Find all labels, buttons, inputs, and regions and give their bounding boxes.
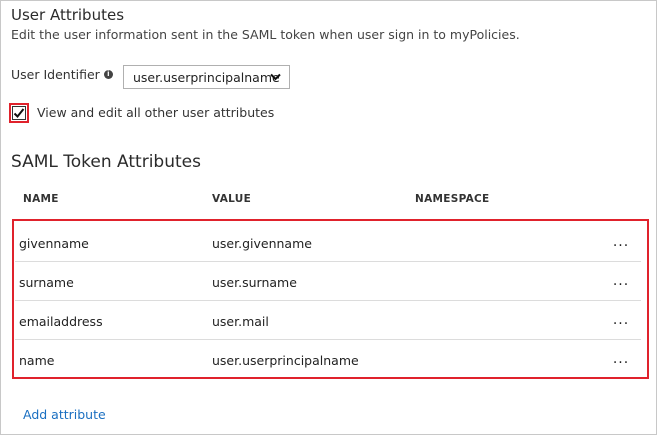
more-options-icon[interactable]: ...: [611, 312, 631, 328]
view-edit-attributes-checkbox[interactable]: [12, 106, 26, 120]
attribute-value: user.surname: [212, 275, 297, 290]
column-header-namespace: NAMESPACE: [415, 193, 490, 205]
attribute-name: name: [19, 353, 55, 368]
info-icon[interactable]: i: [103, 70, 113, 79]
user-attributes-panel: User Attributes Edit the user informatio…: [0, 0, 657, 435]
attribute-name: emailaddress: [19, 314, 103, 329]
user-identifier-select[interactable]: user.userprincipalname: [123, 65, 290, 89]
user-identifier-label: User Identifier: [11, 67, 100, 82]
attribute-value: user.givenname: [212, 236, 312, 251]
attribute-value: user.mail: [212, 314, 269, 329]
attribute-value: user.userprincipalname: [212, 353, 359, 368]
more-options-icon[interactable]: ...: [611, 351, 631, 367]
column-header-value: VALUE: [212, 193, 252, 205]
section-description: Edit the user information sent in the SA…: [11, 27, 520, 42]
attribute-name: surname: [19, 275, 74, 290]
add-attribute-link[interactable]: Add attribute: [23, 407, 106, 422]
column-header-name: NAME: [23, 193, 59, 205]
view-edit-attributes-label[interactable]: View and edit all other user attributes: [37, 105, 274, 120]
table-row[interactable]: surname user.surname ...: [15, 261, 641, 301]
table-row[interactable]: emailaddress user.mail ...: [15, 300, 641, 340]
chevron-down-icon: [270, 73, 281, 81]
attribute-name: givenname: [19, 236, 89, 251]
checkmark-icon: [13, 108, 25, 118]
table-row[interactable]: givenname user.givenname ...: [15, 222, 641, 262]
saml-section-title: SAML Token Attributes: [11, 152, 201, 172]
user-identifier-value: user.userprincipalname: [133, 69, 280, 85]
section-title: User Attributes: [11, 6, 125, 24]
table-row[interactable]: name user.userprincipalname ...: [15, 339, 641, 378]
user-identifier-label-group: User Identifier i: [11, 67, 113, 82]
more-options-icon[interactable]: ...: [611, 273, 631, 289]
more-options-icon[interactable]: ...: [611, 234, 631, 250]
